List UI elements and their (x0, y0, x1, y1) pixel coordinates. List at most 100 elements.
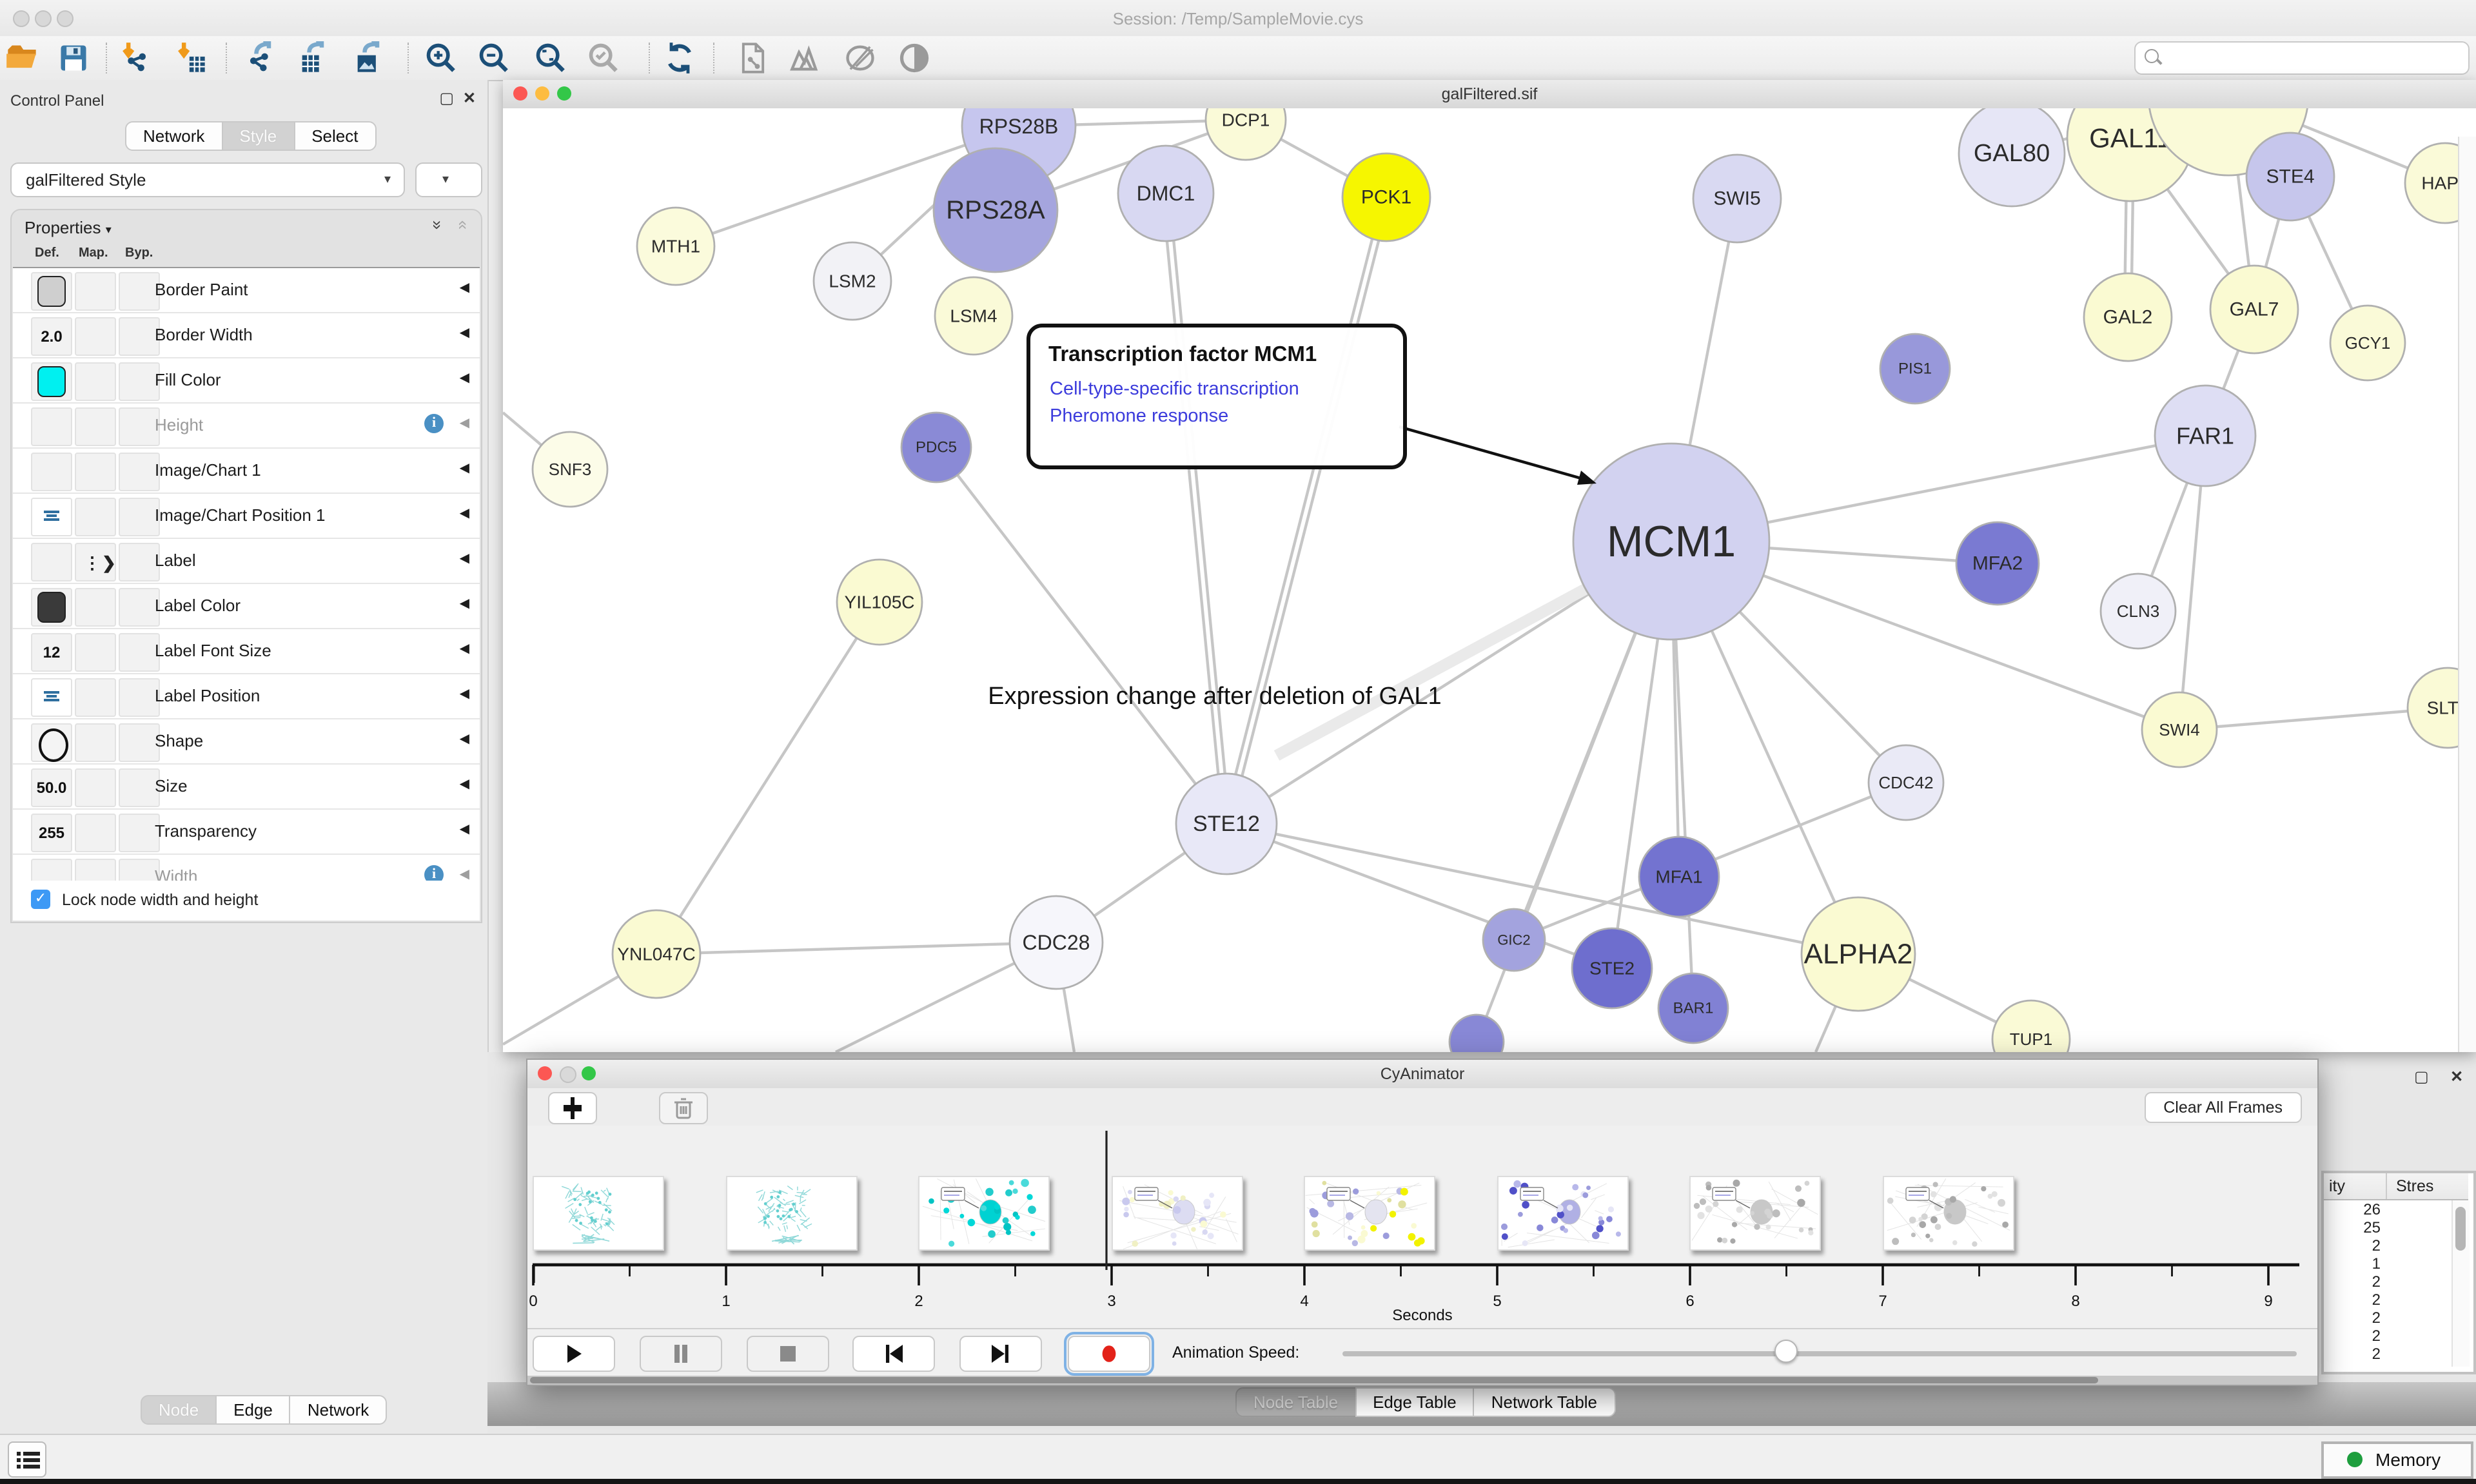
import-network-icon[interactable] (119, 41, 152, 75)
zoom-out-icon[interactable] (477, 41, 511, 75)
network-node-STE4[interactable]: STE4 (2246, 133, 2334, 220)
network-node-MCM1[interactable]: MCM1 (1573, 444, 1769, 639)
network-node-SWI4[interactable]: SWI4 (2142, 692, 2217, 767)
tab-edge-table[interactable]: Edge Table (1355, 1387, 1475, 1417)
export-image-icon[interactable] (352, 41, 386, 75)
network-node-MFA1[interactable]: MFA1 (1639, 837, 1719, 917)
network-node-PDC5[interactable]: PDC5 (901, 413, 971, 482)
tab-node[interactable]: Node (141, 1395, 217, 1425)
stop-button[interactable] (747, 1336, 829, 1372)
network-node-LSM2[interactable]: LSM2 (814, 242, 891, 320)
open-folder-icon[interactable] (5, 41, 39, 75)
column-header-ity[interactable]: ity (2329, 1177, 2345, 1195)
network-node-SNF3[interactable]: SNF3 (533, 432, 607, 507)
network-node-STE2[interactable]: STE2 (1572, 928, 1652, 1008)
expand-row-icon[interactable]: ◀ (460, 868, 469, 882)
close-panel-icon[interactable]: ✕ (2450, 1068, 2463, 1086)
bypass-cell[interactable] (119, 588, 160, 627)
network-node-FAR1[interactable]: FAR1 (2155, 386, 2255, 486)
network-node-GAL80[interactable]: GAL80 (1959, 108, 2065, 206)
network-node-PCK1[interactable]: PCK1 (1342, 153, 1430, 241)
show-icon[interactable] (898, 41, 931, 75)
animation-frame-6[interactable] (1497, 1176, 1628, 1251)
default-cell[interactable] (31, 498, 72, 536)
network-node-CLN3[interactable]: CLN3 (2101, 574, 2176, 649)
mapping-cell[interactable] (75, 317, 116, 356)
network-node-LSM4[interactable]: LSM4 (935, 277, 1012, 355)
mapping-cell[interactable] (75, 272, 116, 311)
bypass-cell[interactable] (119, 723, 160, 762)
hide-icon[interactable] (843, 41, 877, 75)
mapping-cell[interactable] (75, 407, 116, 446)
search-field[interactable] (2134, 41, 2470, 75)
slider-thumb[interactable] (1774, 1340, 1798, 1363)
network-file-icon[interactable] (736, 41, 770, 75)
expand-row-icon[interactable]: ◀ (460, 732, 469, 747)
lock-checkbox[interactable]: ✓ (31, 890, 50, 909)
network-node-RPS28A[interactable]: RPS28A (934, 148, 1057, 272)
network-node-PIS1[interactable]: PIS1 (1880, 334, 1950, 404)
timeline-scrollbar[interactable] (527, 1376, 2317, 1385)
default-cell[interactable]: 2.0 (31, 317, 72, 356)
network-node-SWI5[interactable]: SWI5 (1693, 155, 1781, 242)
style-options-button[interactable]: ▾ (415, 162, 482, 197)
mapping-cell[interactable] (75, 362, 116, 401)
network-node-ALPHA2[interactable]: ALPHA2 (1802, 897, 1915, 1011)
network-node-YNL047C[interactable]: YNL047C (613, 910, 700, 998)
network-node-STE12[interactable]: STE12 (1176, 774, 1277, 874)
bypass-cell[interactable] (119, 768, 160, 807)
mapping-cell[interactable] (75, 814, 116, 852)
skip-to-start-button[interactable] (852, 1336, 935, 1372)
skip-to-end-button[interactable] (959, 1336, 1042, 1372)
mapping-cell[interactable] (75, 588, 116, 627)
mapping-cell[interactable] (75, 723, 116, 762)
scrollbar-thumb[interactable] (530, 1377, 2098, 1383)
memory-button[interactable]: Memory (2321, 1441, 2473, 1479)
expand-row-icon[interactable]: ◀ (460, 823, 469, 837)
default-cell[interactable]: 12 (31, 633, 72, 672)
network-node-BAR1[interactable]: BAR1 (1658, 973, 1728, 1043)
delete-frame-button[interactable] (659, 1092, 708, 1124)
tab-network-table[interactable]: Network Table (1473, 1387, 1615, 1417)
chevron-down-icon[interactable]: ▾ (106, 223, 112, 236)
expand-row-icon[interactable]: ◀ (460, 642, 469, 656)
bypass-cell[interactable] (119, 498, 160, 536)
expand-row-icon[interactable]: ◀ (460, 597, 469, 611)
bypass-cell[interactable] (119, 678, 160, 717)
default-cell[interactable]: 255 (31, 814, 72, 852)
expand-row-icon[interactable]: ◀ (460, 326, 469, 340)
import-table-icon[interactable] (174, 41, 208, 75)
mapping-cell[interactable] (75, 633, 116, 672)
network-caption[interactable]: Expression change after deletion of GAL1 (957, 683, 1473, 712)
default-cell[interactable] (31, 723, 72, 762)
tab-select[interactable]: Select (293, 121, 376, 151)
animation-frame-5[interactable] (1304, 1176, 1435, 1251)
clear-all-frames-button[interactable]: Clear All Frames (2144, 1092, 2302, 1123)
expand-row-icon[interactable]: ◀ (460, 416, 469, 431)
bypass-cell[interactable] (119, 453, 160, 491)
network-node-MFA2[interactable]: MFA2 (1956, 522, 2039, 605)
annotation-box[interactable]: Transcription factor MCM1 Cell-type-spec… (1027, 324, 1407, 469)
default-cell[interactable] (31, 272, 72, 311)
column-header-stress[interactable]: Stres (2396, 1177, 2433, 1195)
float-panel-icon[interactable]: ▢ (2414, 1068, 2429, 1086)
animation-frame-3[interactable] (918, 1176, 1050, 1251)
network-node-MTH1[interactable]: MTH1 (637, 208, 714, 285)
network-canvas[interactable]: RPS28BRPS28AMTH1LSM2LSM4DMC1DCP1PCK1SNF3… (503, 108, 2476, 1052)
network-node-unlabeled[interactable] (1449, 1015, 1504, 1052)
bypass-cell[interactable] (119, 362, 160, 401)
zoom-fit-icon[interactable] (534, 41, 567, 75)
record-button[interactable] (1068, 1336, 1150, 1372)
bypass-cell[interactable] (119, 814, 160, 852)
network-node-DMC1[interactable]: DMC1 (1118, 146, 1213, 241)
play-button[interactable] (533, 1336, 615, 1372)
export-network-icon[interactable] (244, 41, 277, 75)
scrollbar-thumb[interactable] (2455, 1207, 2466, 1251)
expand-row-icon[interactable]: ◀ (460, 552, 469, 566)
bypass-cell[interactable] (119, 543, 160, 581)
network-node-GAL7[interactable]: GAL7 (2210, 266, 2298, 353)
search-input[interactable] (2166, 45, 2462, 71)
style-selector[interactable]: galFiltered Style ▾ (10, 162, 405, 197)
add-frame-button[interactable] (548, 1092, 597, 1124)
close-panel-icon[interactable]: ✕ (463, 89, 476, 107)
